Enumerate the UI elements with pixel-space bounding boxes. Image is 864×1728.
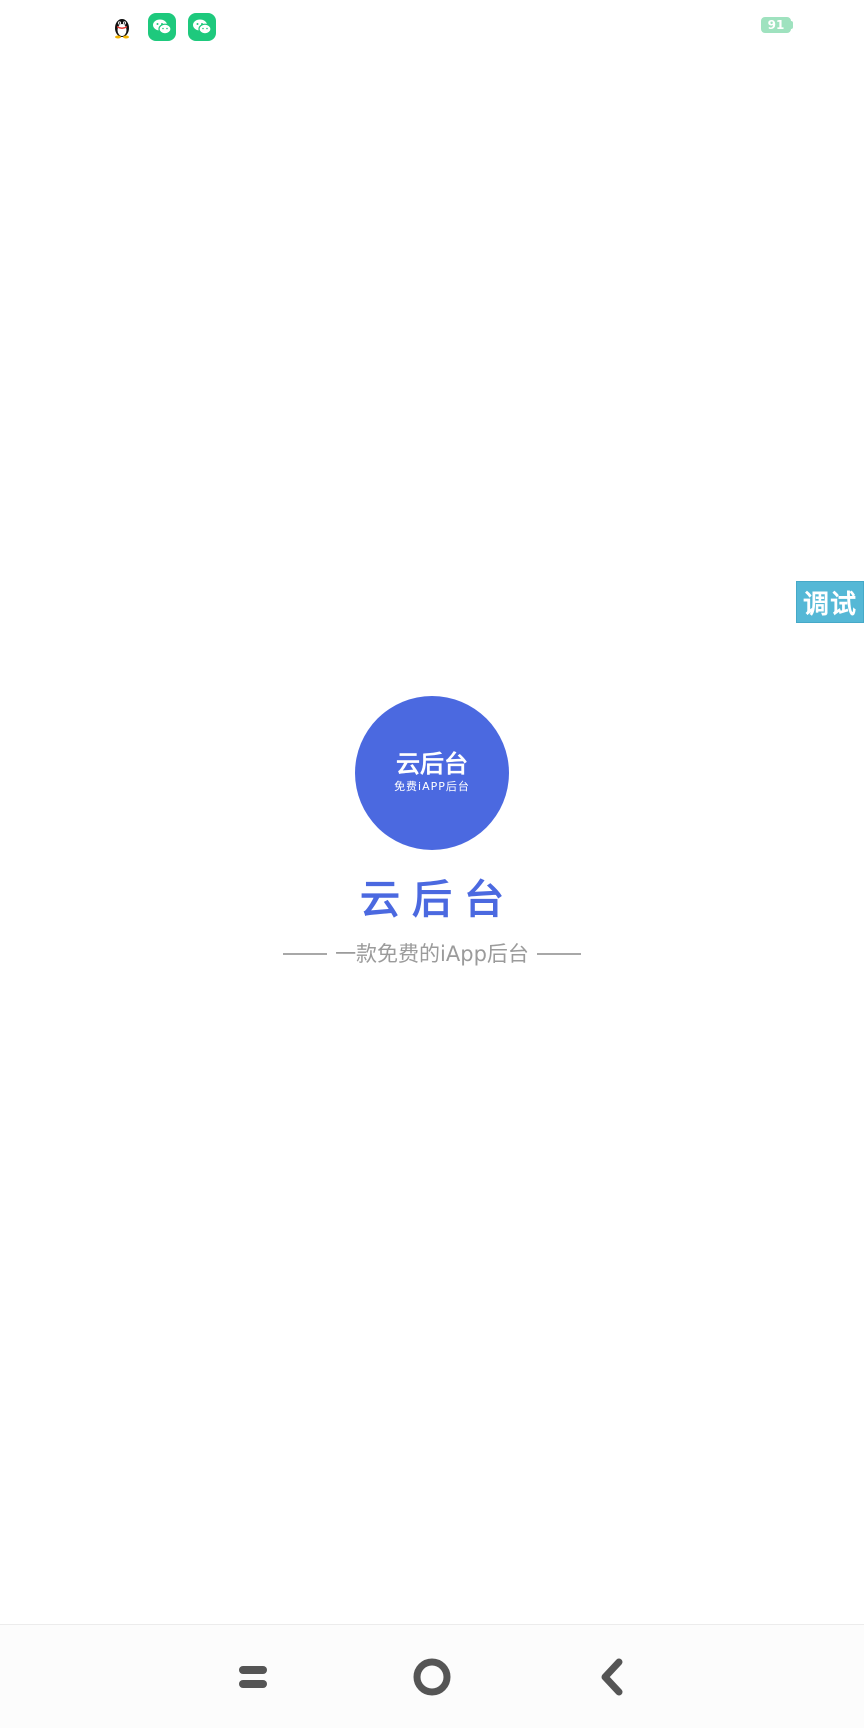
menu-icon — [237, 1662, 269, 1696]
back-button[interactable] — [584, 1651, 640, 1707]
logo-subtitle: 免费iAPP后台 — [394, 780, 470, 793]
debug-button[interactable]: 调试 — [796, 581, 864, 623]
menu-button[interactable] — [225, 1651, 281, 1707]
status-bar: 91 — [0, 0, 864, 52]
logo-title: 云后台 — [396, 750, 468, 778]
tagline-row: 一款免费的iApp后台 — [0, 938, 864, 970]
navigation-bar — [0, 1624, 864, 1728]
tagline-divider-right — [536, 953, 581, 955]
app-logo: 云后台 免费iAPP后台 — [355, 696, 509, 850]
home-button[interactable] — [404, 1651, 460, 1707]
tagline-divider-left — [283, 953, 328, 955]
wechat-icon — [148, 13, 176, 41]
app-title: 云后台 — [360, 877, 516, 923]
tagline: 一款免费的iApp后台 — [335, 942, 529, 966]
battery-indicator: 91 — [761, 17, 791, 33]
home-icon — [412, 1657, 452, 1701]
battery-tip — [791, 21, 793, 29]
qq-icon — [109, 13, 135, 41]
back-icon — [597, 1657, 627, 1701]
wechat-icon — [188, 13, 216, 41]
